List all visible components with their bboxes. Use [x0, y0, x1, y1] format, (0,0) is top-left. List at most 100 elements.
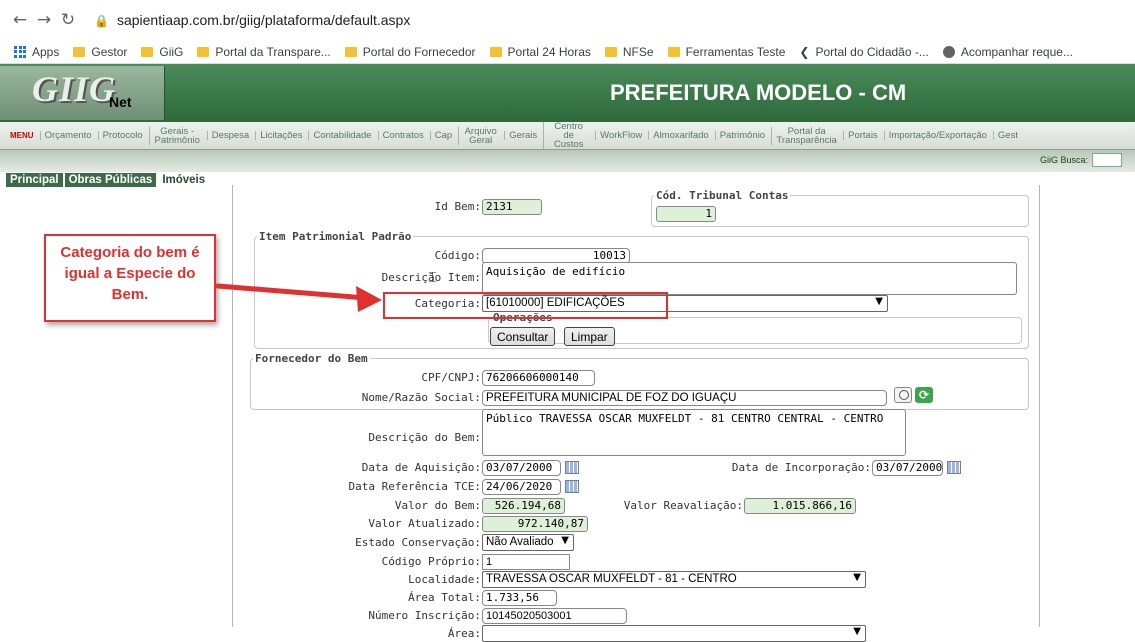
descricao-item-field[interactable]: Aquisição de edifício	[482, 262, 1017, 295]
chevron-down-icon: ▼	[853, 626, 861, 637]
forward-icon[interactable]: →	[32, 10, 56, 30]
area-select[interactable]: ▼	[482, 625, 866, 642]
annotation-arrow	[216, 283, 382, 312]
folder-icon	[344, 46, 357, 57]
data-tce-field[interactable]: 24/06/2020	[482, 479, 561, 495]
id-bem-label: Id Bem:	[434, 200, 481, 213]
bookmarks-bar: Apps Gestor GiiG Portal da Transpare... …	[0, 40, 1135, 64]
localidade-select[interactable]: TRAVESSA OSCAR MUXFELDT - 81 - CENTRO ▼	[482, 571, 866, 588]
area-total-field[interactable]: 1.733,56	[482, 590, 557, 606]
localidade-label: Localidade:	[408, 573, 481, 586]
giig-logo[interactable]: GIIG Net	[0, 66, 165, 120]
menu-item-portais[interactable]: Portais	[843, 131, 878, 140]
codigo-label: Código:	[434, 249, 481, 262]
tab-bar: Principal Obras Públicas Imóveis	[6, 173, 212, 187]
menu-item-cap[interactable]: Cap	[429, 131, 452, 140]
browser-toolbar: ← → ↻ 🔒 sapientiaap.com.br/giig/plataform…	[0, 0, 1135, 40]
menu-item-patrimonio[interactable]: Patrimônio	[714, 131, 765, 140]
menu-item-centro-custos[interactable]: Centro de Custos	[543, 122, 589, 149]
menu-item-protocolo[interactable]: Protocolo	[97, 131, 143, 140]
data-aquisicao-field[interactable]: 03/07/2000	[482, 460, 561, 476]
menu-item-contratos[interactable]: Contratos	[377, 131, 424, 140]
data-tce-label: Data Referência TCE:	[348, 480, 481, 493]
menu-item-arquivo-geral[interactable]: Arquivo Geral	[458, 126, 498, 145]
busca-input[interactable]	[1092, 153, 1123, 167]
cod-tribunal-group: Cód. Tribunal Contas 1	[651, 189, 1029, 227]
bookmark-ferramentas[interactable]: Ferramentas Teste	[667, 45, 785, 59]
menu-item-gerais[interactable]: Gerais	[504, 131, 537, 140]
bookmark-portal-fornecedor[interactable]: Portal do Fornecedor	[344, 45, 476, 59]
valor-atualizado-field[interactable]: 972.140,87	[482, 516, 588, 532]
folder-icon	[489, 46, 502, 57]
descricao-bem-field[interactable]: Público TRAVESSA OSCAR MUXFELDT - 81 CEN…	[482, 409, 906, 456]
consultar-button[interactable]: Consultar	[490, 327, 556, 346]
menu-item-contabilidade[interactable]: Contabilidade	[308, 131, 372, 140]
back-icon[interactable]: ←	[8, 10, 32, 30]
bookmark-portal-transparencia[interactable]: Portal da Transpare...	[197, 45, 331, 59]
menu-item-gerais-patrimonio[interactable]: Gerais - Patrimônio	[148, 126, 201, 145]
menu-label: MENU	[10, 131, 34, 140]
valor-reavaliacao-field[interactable]: 1.015.866,16	[744, 498, 856, 514]
bookmark-giig[interactable]: GiiG	[141, 45, 183, 59]
bookmark-portal-cidadao[interactable]: ❮ Portal do Cidadão -...	[799, 45, 928, 59]
chevron-down-icon: ▼	[875, 296, 883, 307]
valor-atualizado-label: Valor Atualizado:	[368, 517, 481, 530]
bookmark-acompanhar[interactable]: Acompanhar reque...	[942, 45, 1073, 59]
folder-icon	[197, 46, 210, 57]
refresh-icon[interactable]: ⟳	[915, 387, 933, 403]
chevron-down-icon: ▼	[853, 572, 861, 583]
id-bem-field[interactable]: 2131	[482, 199, 542, 215]
menu-item-orcamento[interactable]: Orçamento	[39, 131, 92, 140]
cpf-field[interactable]: 76206606000140	[482, 370, 595, 386]
valor-reavaliacao-label: Valor Reavaliação:	[623, 499, 743, 512]
folder-icon	[604, 46, 617, 57]
menu-item-workflow[interactable]: WorkFlow	[595, 131, 642, 140]
estado-select[interactable]: Não Avaliado ▼	[482, 534, 574, 551]
reload-icon[interactable]: ↻	[56, 10, 80, 30]
tab-principal[interactable]: Principal	[6, 173, 65, 187]
folder-icon	[73, 46, 86, 57]
menu-item-importacao-exportacao[interactable]: Importação/Exportação	[883, 131, 987, 140]
bookmark-nfse[interactable]: NFSe	[604, 45, 654, 59]
menu-item-almoxarifado[interactable]: Almoxarifado	[648, 131, 709, 140]
area-label: Área:	[447, 627, 481, 640]
numero-inscricao-label: Número Inscrição:	[368, 609, 481, 622]
menu-item-portal-transparencia[interactable]: Portal da Transparência	[771, 126, 837, 145]
calendar-icon[interactable]	[565, 480, 579, 493]
page-title: PREFEITURA MODELO - CM	[610, 80, 907, 105]
folder-icon	[667, 46, 680, 57]
valor-bem-field[interactable]: 526.194,68	[482, 498, 565, 514]
codigo-proprio-field[interactable]: 1	[482, 554, 570, 570]
tab-imoveis[interactable]: Imóveis	[158, 173, 212, 187]
menu-item-licitacoes[interactable]: Licitações	[255, 131, 302, 140]
bookmark-apps[interactable]: Apps	[14, 45, 59, 59]
search-icon[interactable]	[894, 387, 912, 403]
valor-bem-label: Valor do Bem:	[394, 499, 481, 512]
url-text: sapientiaap.com.br/giig/plataforma/defau…	[116, 12, 411, 28]
bookmark-portal-24h[interactable]: Portal 24 Horas	[489, 45, 591, 59]
descricao-bem-label: Descrição do Bem:	[368, 431, 481, 444]
giig-busca: GiiG Busca:	[1040, 153, 1123, 167]
apps-grid-icon	[14, 45, 26, 58]
numero-inscricao-field[interactable]: 10145020503001	[482, 608, 627, 624]
calendar-icon[interactable]	[947, 461, 961, 474]
menu-item-gest[interactable]: Gest	[992, 131, 1018, 140]
nome-field[interactable]: PREFEITURA MUNICIPAL DE FOZ DO IGUAÇU	[482, 390, 887, 406]
bookmark-gestor[interactable]: Gestor	[73, 45, 127, 59]
chevron-left-icon: ❮	[799, 44, 810, 59]
menu-item-despesa[interactable]: Despesa	[206, 131, 249, 140]
search-strip	[0, 150, 1135, 172]
tab-obras-publicas[interactable]: Obras Públicas	[64, 173, 159, 187]
busca-label: GiiG Busca:	[1040, 155, 1089, 165]
form-panel: Id Bem: 2131 Cód. Tribunal Contas 1 Item…	[232, 185, 1040, 642]
estado-label: Estado Conservação:	[355, 536, 481, 549]
cpf-label: CPF/CNPJ:	[421, 371, 481, 384]
address-bar[interactable]: 🔒 sapientiaap.com.br/giig/plataforma/defa…	[94, 12, 410, 28]
globe-icon	[942, 45, 955, 58]
calendar-icon[interactable]	[565, 461, 579, 474]
cod-tribunal-field[interactable]: 1	[656, 206, 716, 222]
data-incorporacao-field[interactable]: 03/07/2000	[872, 460, 943, 476]
data-aquisicao-label: Data de Aquisição:	[361, 461, 481, 474]
codigo-proprio-label: Código Próprio:	[381, 555, 481, 568]
limpar-button[interactable]: Limpar	[564, 327, 615, 346]
